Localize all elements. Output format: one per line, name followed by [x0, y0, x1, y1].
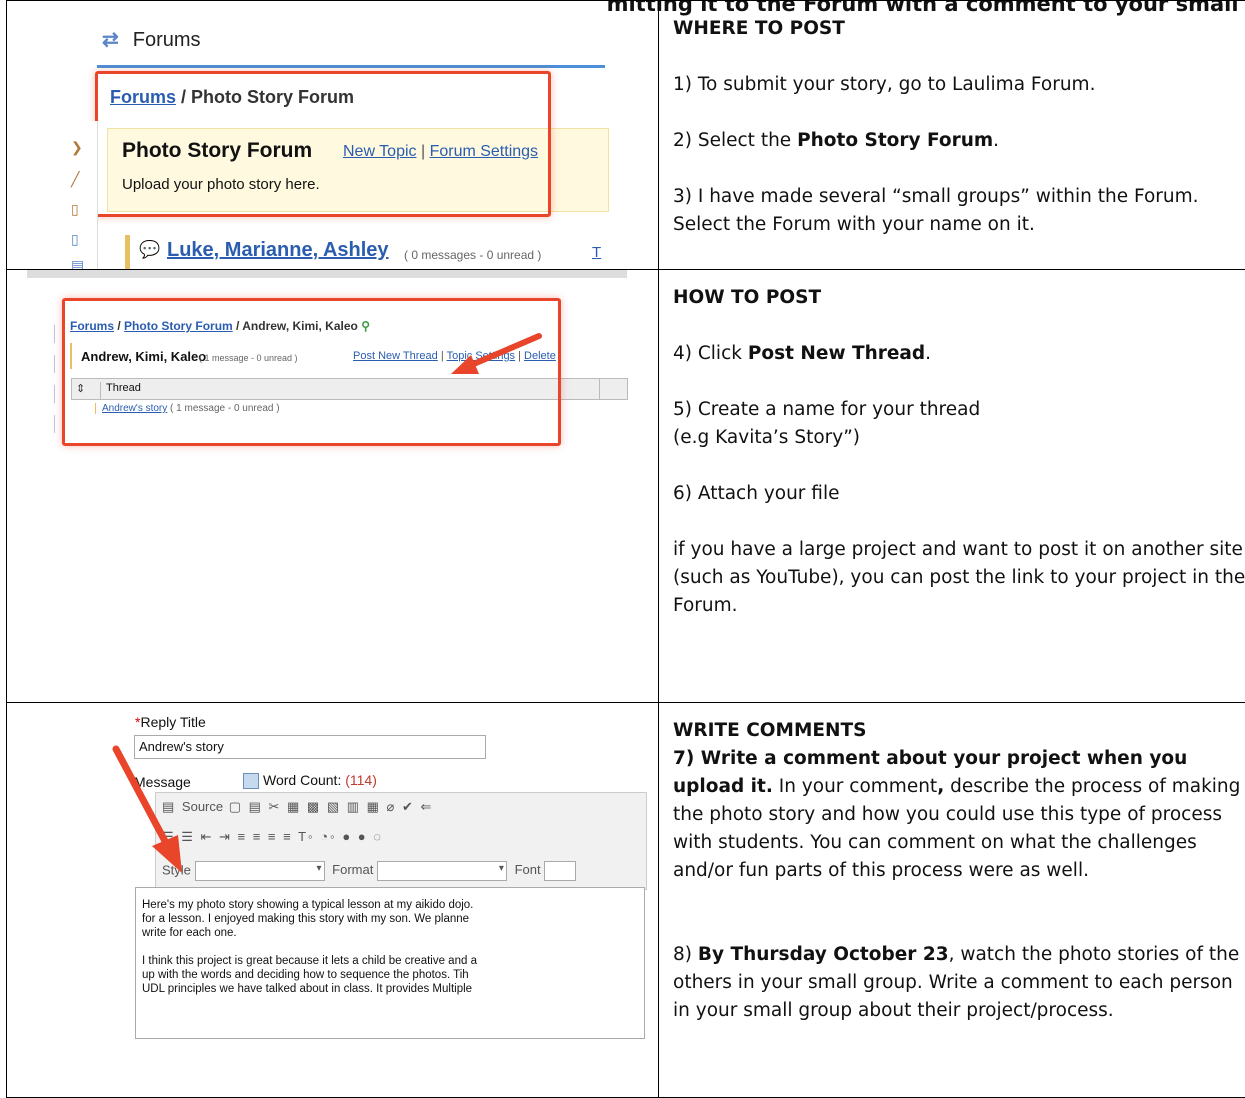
editor-line: write for each one.	[142, 926, 638, 940]
row-how-to-post: Forums / Photo Story Forum / Andrew, Kim…	[7, 270, 1245, 703]
tool-icon: ❯	[71, 139, 83, 157]
step-7: 7) Write a comment about your project wh…	[673, 745, 1245, 885]
forums-header: ⇄ Forums	[102, 27, 201, 52]
word-count[interactable]: Word Count: (114)	[243, 772, 377, 789]
large-project-note: if you have a large project and want to …	[673, 536, 1245, 620]
left-mark	[54, 415, 55, 433]
document-icon: ▯	[71, 231, 83, 249]
file-icon: ▯	[71, 201, 83, 219]
pencil-icon: ╱	[71, 171, 83, 189]
topic-meta: ( 0 messages - 0 unread )	[404, 248, 541, 262]
editor-line: I think this project is great because it…	[142, 954, 638, 968]
row-where-to-post: ⇄Forums Forums / Photo Story Forum Photo…	[7, 1, 1245, 270]
word-count-icon	[243, 773, 259, 789]
topic-link[interactable]: Luke, Marianne, Ashley	[167, 239, 389, 262]
instructions-table: ⇄Forums Forums / Photo Story Forum Photo…	[6, 0, 1245, 1098]
screenshot-topic-cell: Forums / Photo Story Forum / Andrew, Kim…	[7, 270, 659, 703]
left-mark	[54, 385, 55, 403]
reply-title-label: *Reply Title	[135, 714, 206, 730]
topic-more-link[interactable]: T	[592, 244, 601, 261]
forums-screenshot: ⇄Forums Forums / Photo Story Forum Photo…	[7, 1, 607, 270]
editor-line: UDL principles we have talked about in c…	[142, 982, 638, 996]
toolbar-row-3: Style ▾ Format ▾ Font	[162, 861, 576, 881]
where-to-post-text: WHERE TO POST 1) To submit your story, g…	[659, 1, 1245, 270]
step-3: 3) I have made several “small groups” wi…	[673, 183, 1245, 239]
step-5: 5) Create a name for your thread(e.g Kav…	[673, 396, 1245, 452]
heading-write-comments: WRITE COMMENTS	[673, 717, 1245, 745]
highlight-box	[95, 71, 551, 217]
header-rule	[97, 65, 605, 68]
sidebar-fragment: ❯ ╱ ▯ ▯ ▤	[7, 121, 98, 270]
step-2: 2) Select the Photo Story Forum.	[673, 127, 1245, 155]
red-arrow-icon	[110, 743, 190, 893]
editor-toolbar: ▤ Source ▢ ▤ ✂ ▦ ▩ ▧ ▥ ▦ ⌀ ✔ ⇐ ☰ ☰ ⇤ ⇥ ≡…	[155, 792, 647, 890]
format-select[interactable]: ▾	[377, 861, 507, 881]
left-mark	[54, 355, 55, 373]
topic-screenshot: Forums / Photo Story Forum / Andrew, Kim…	[7, 270, 627, 440]
screenshot-reply-cell: *Reply Title Andrew's story Message Word…	[7, 703, 659, 1098]
column-divider	[599, 379, 600, 399]
step-8: 8) By Thursday October 23, watch the pho…	[673, 941, 1245, 1025]
row-write-comments: *Reply Title Andrew's story Message Word…	[7, 703, 1245, 1098]
format-label: Format	[332, 862, 373, 877]
toolbar-row-1: ▤ Source ▢ ▤ ✂ ▦ ▩ ▧ ▥ ▦ ⌀ ✔ ⇐	[162, 799, 433, 815]
step-4: 4) Click Post New Thread.	[673, 340, 1245, 368]
step-1: 1) To submit your story, go to Laulima F…	[673, 71, 1245, 99]
message-editor[interactable]: Here's my photo story showing a typical …	[135, 887, 645, 1039]
how-to-post-text: HOW TO POST 4) Click Post New Thread. 5)…	[659, 270, 1245, 703]
refresh-icon: ⇄	[102, 29, 119, 51]
write-comments-text: WRITE COMMENTS 7) Write a comment about …	[659, 703, 1245, 1098]
forums-header-label: Forums	[133, 29, 201, 51]
step-6: 6) Attach your file	[673, 480, 1245, 508]
list-icon: ▤	[71, 257, 83, 270]
editor-line: for a lesson. I enjoyed making this stor…	[142, 912, 638, 926]
red-arrow-icon	[447, 330, 547, 380]
toolbar-row-2: ☰ ☰ ⇤ ⇥ ≡ ≡ ≡ ≡ T◦ ◔◦ ● ● ◌	[162, 829, 383, 845]
top-rule	[27, 270, 627, 278]
editor-line: Here's my photo story showing a typical …	[142, 898, 638, 912]
reply-screenshot: *Reply Title Andrew's story Message Word…	[7, 703, 658, 1098]
topic-indicator	[125, 235, 130, 270]
speech-bubble-icon: 💬	[139, 240, 160, 260]
editor-line: up with the words and deciding how to se…	[142, 968, 638, 982]
heading-where-to-post: WHERE TO POST	[673, 15, 1245, 43]
left-mark	[54, 325, 55, 343]
style-select[interactable]: ▾	[195, 861, 325, 881]
font-label: Font	[515, 862, 541, 877]
font-select[interactable]	[544, 861, 576, 881]
screenshot-forums-cell: ⇄Forums Forums / Photo Story Forum Photo…	[7, 1, 659, 270]
heading-how-to-post: HOW TO POST	[673, 284, 1245, 312]
